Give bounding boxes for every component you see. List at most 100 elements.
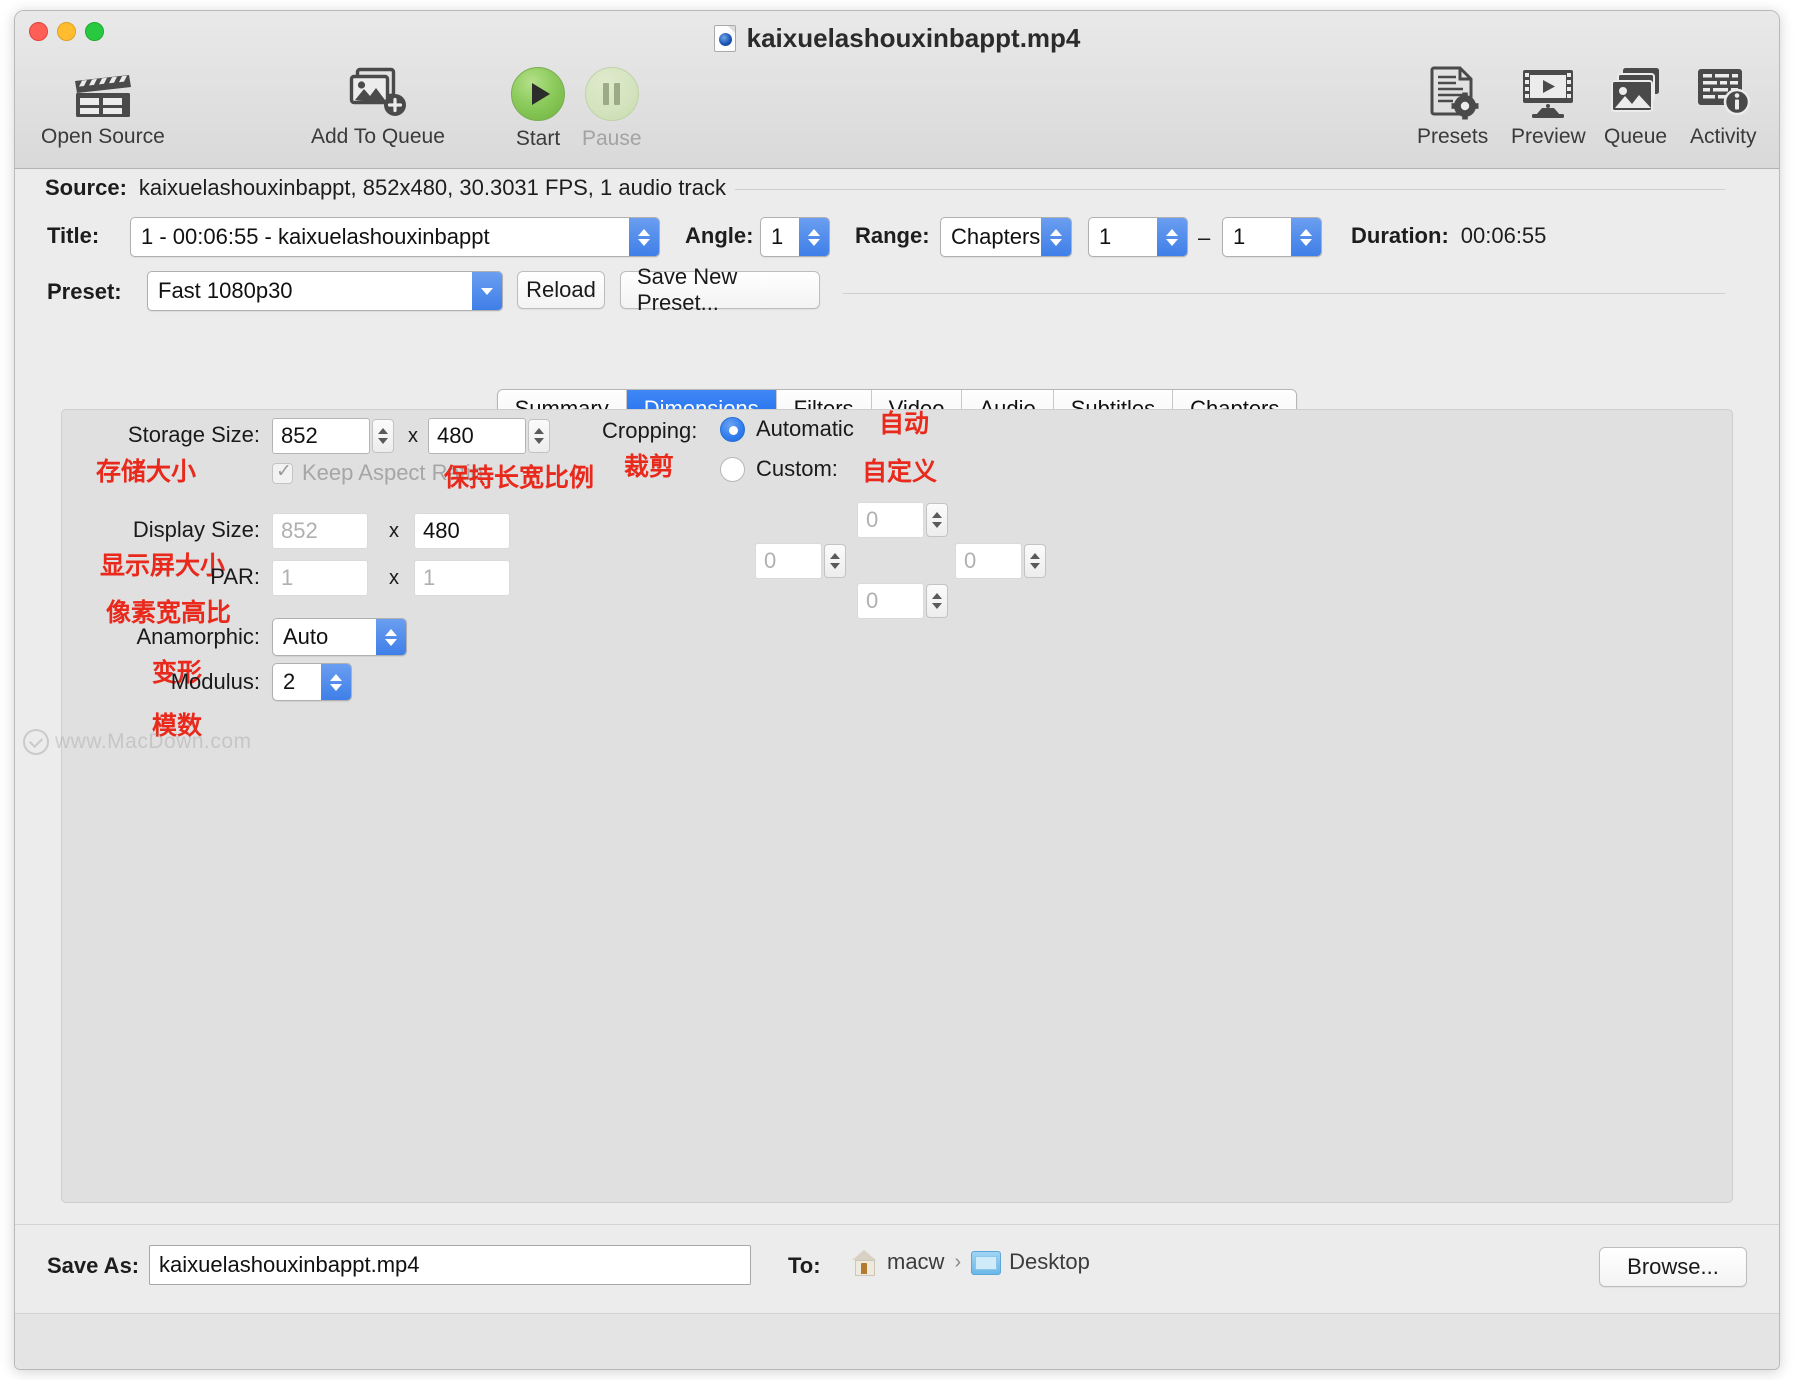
crop-left-input[interactable]: 0 xyxy=(755,543,822,579)
crop-left-stepper[interactable] xyxy=(824,544,846,578)
preset-divider xyxy=(843,293,1725,294)
range-start-stepper[interactable]: 1 xyxy=(1088,217,1188,257)
cropping-custom-label: Custom: xyxy=(756,456,838,481)
crop-right-input[interactable]: 0 xyxy=(955,543,1022,579)
cropping-custom-label-cn: 自定义 xyxy=(862,457,938,486)
breadcrumb-folder-label: Desktop xyxy=(1009,1249,1090,1274)
toolbar-preview-label: Preview xyxy=(1511,125,1586,148)
storage-height-stepper[interactable] xyxy=(528,419,550,453)
range-label: Range: xyxy=(855,223,930,248)
range-dash: – xyxy=(1198,225,1211,250)
crop-bottom-stepper[interactable] xyxy=(926,584,948,618)
title-select-value: 1 - 00:06:55 - kaixuelashouxinbappt xyxy=(141,224,490,249)
modulus-label: Modulus: xyxy=(170,669,260,694)
breadcrumb-home-label: macw xyxy=(887,1249,945,1274)
bottom-bar: Save As: kaixuelashouxinbappt.mp4 To: ma… xyxy=(15,1224,1779,1369)
modulus-stepper-icon[interactable] xyxy=(321,664,351,700)
cropping-automatic-radio-row[interactable]: Automatic xyxy=(720,416,854,442)
title-select[interactable]: 1 - 00:06:55 - kaixuelashouxinbappt xyxy=(130,217,660,257)
toolbar-pause-label: Pause xyxy=(582,127,642,150)
crop-bottom-input[interactable]: 0 xyxy=(857,583,924,619)
toolbar-activity[interactable]: Activity xyxy=(1690,63,1757,149)
display-size-separator: x xyxy=(389,520,399,542)
range-end-stepper-icon[interactable] xyxy=(1291,218,1321,256)
par-width-input[interactable]: 1 xyxy=(272,560,368,596)
monitor-play-icon xyxy=(1519,63,1577,121)
browse-button[interactable]: Browse... xyxy=(1599,1247,1747,1287)
clapperboard-icon xyxy=(71,63,135,121)
anamorphic-select[interactable]: Auto xyxy=(272,618,407,656)
angle-label-wrap: Angle: xyxy=(685,223,753,249)
range-start-value: 1 xyxy=(1099,224,1112,249)
title-label: Title: xyxy=(47,223,100,248)
crop-right-stepper[interactable] xyxy=(1024,544,1046,578)
toolbar-activity-label: Activity xyxy=(1690,125,1757,148)
range-type-stepper-icon[interactable] xyxy=(1041,218,1071,256)
modulus-select[interactable]: 2 xyxy=(272,663,352,701)
angle-stepper[interactable]: 1 xyxy=(760,217,830,257)
toolbar-queue[interactable]: Queue xyxy=(1604,63,1667,149)
angle-stepper-icon[interactable] xyxy=(799,218,829,256)
range-type-select[interactable]: Chapters xyxy=(940,217,1072,257)
source-label: Source: xyxy=(45,175,127,200)
toolbar-start-label: Start xyxy=(515,127,561,150)
modulus-value: 2 xyxy=(283,669,296,694)
reload-button[interactable]: Reload xyxy=(517,271,605,309)
storage-width-stepper[interactable] xyxy=(372,419,394,453)
toolbar-start[interactable]: Start xyxy=(511,65,565,151)
pause-circle-icon xyxy=(584,65,639,123)
duration-row: Duration: 00:06:55 xyxy=(1351,223,1546,249)
crop-right-value: 0 xyxy=(964,548,977,573)
save-as-input[interactable]: kaixuelashouxinbappt.mp4 xyxy=(149,1245,751,1285)
handbrake-window: kaixuelashouxinbappt.mp4 Open Source Add… xyxy=(14,10,1780,1370)
chevron-down-icon[interactable] xyxy=(472,272,502,310)
range-end-value: 1 xyxy=(1233,224,1246,249)
save-new-preset-label: Save New Preset... xyxy=(637,264,738,315)
log-info-icon xyxy=(1694,63,1752,121)
par-height-input[interactable]: 1 xyxy=(414,560,510,596)
image-stack-icon xyxy=(1607,63,1665,121)
toolbar: Open Source Add To Queue Start Pause Pre… xyxy=(15,57,1779,167)
par-width-value: 1 xyxy=(281,565,294,590)
source-value: kaixuelashouxinbappt, 852x480, 30.3031 F… xyxy=(138,175,726,200)
storage-size-separator: x xyxy=(408,425,418,447)
cropping-custom-radio[interactable] xyxy=(720,456,745,482)
storage-width-input[interactable]: 852 xyxy=(272,418,370,454)
destination-breadcrumb[interactable]: macw › Desktop xyxy=(851,1249,1090,1276)
par-separator: x xyxy=(389,567,399,589)
preset-select[interactable]: Fast 1080p30 xyxy=(147,271,503,311)
duration-value: 00:06:55 xyxy=(1460,223,1547,248)
add-image-stack-icon xyxy=(347,63,409,121)
save-new-preset-button[interactable]: Save New Preset... xyxy=(620,264,820,315)
toolbar-presets[interactable]: Presets xyxy=(1417,63,1488,149)
toolbar-preview[interactable]: Preview xyxy=(1511,63,1586,149)
preset-label-wrap: Preset: xyxy=(47,279,122,305)
keep-aspect-ratio-checkbox[interactable] xyxy=(272,460,293,484)
toolbar-pause[interactable]: Pause xyxy=(582,65,642,151)
storage-width-value: 852 xyxy=(281,423,318,448)
save-as-filename: kaixuelashouxinbappt.mp4 xyxy=(159,1252,420,1277)
range-start-stepper-icon[interactable] xyxy=(1157,218,1187,256)
save-as-label: Save As: xyxy=(47,1253,140,1278)
cropping-automatic-radio[interactable] xyxy=(720,416,745,442)
crop-left-value: 0 xyxy=(764,548,777,573)
anamorphic-stepper-icon[interactable] xyxy=(376,619,406,655)
cropping-custom-radio-row[interactable]: Custom: xyxy=(720,456,838,482)
title-select-stepper-icon[interactable] xyxy=(629,218,659,256)
range-end-stepper[interactable]: 1 xyxy=(1222,217,1322,257)
display-size-label: Display Size: xyxy=(132,517,260,542)
display-height-input[interactable]: 480 xyxy=(414,513,510,549)
crop-top-value: 0 xyxy=(866,507,879,532)
toolbar-add-to-queue[interactable]: Add To Queue xyxy=(311,63,445,149)
folder-icon xyxy=(971,1251,1002,1275)
crop-top-stepper[interactable] xyxy=(926,503,948,537)
cropping-automatic-label: Automatic xyxy=(756,416,854,441)
toolbar-open-source[interactable]: Open Source xyxy=(41,63,165,149)
display-width-input[interactable]: 852 xyxy=(272,513,368,549)
angle-value: 1 xyxy=(771,224,784,249)
range-label-wrap: Range: xyxy=(855,223,930,249)
crop-bottom-value: 0 xyxy=(866,588,879,613)
storage-height-input[interactable]: 480 xyxy=(428,418,526,454)
breadcrumb-separator: › xyxy=(954,1250,962,1273)
crop-top-input[interactable]: 0 xyxy=(857,502,924,538)
